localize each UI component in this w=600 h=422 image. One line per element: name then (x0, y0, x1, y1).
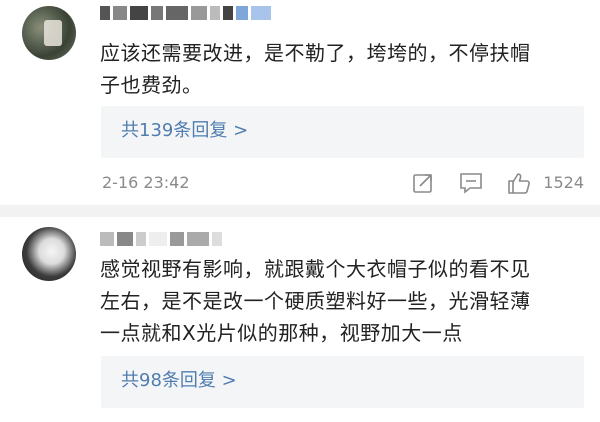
username-pixelated[interactable] (100, 4, 271, 22)
timestamp: 2-16 23:42 (102, 173, 190, 192)
replies-box: 共139条回复 > (101, 106, 584, 158)
comment-line: 子也费劲。 (100, 73, 203, 97)
comment-meta-row: 2-16 23:42 1524 (100, 168, 586, 198)
view-replies-link[interactable]: 共98条回复 > (121, 369, 237, 393)
view-replies-link[interactable]: 共139条回复 > (121, 119, 248, 143)
comment-line: 左右，是不是改一个硬质塑料好一些，光滑轻薄 (100, 289, 531, 313)
replies-box: 共98条回复 > (101, 356, 584, 408)
comment-line: 感觉视野有影响，就跟戴个大衣帽子似的看不见 (100, 257, 531, 281)
comment-feed: 应该还需要改进，是不勒了，垮垮的，不停扶帽 子也费劲。 共139条回复 > 2-… (0, 0, 600, 422)
avatar[interactable] (22, 6, 76, 60)
comment-line: 一点就和X光片似的那种，视野加大一点 (100, 321, 463, 345)
section-divider (0, 205, 600, 217)
username-pixelated[interactable] (100, 230, 222, 248)
share-icon[interactable] (411, 171, 435, 195)
like-count: 1524 (543, 173, 584, 192)
thumbs-up-icon[interactable] (506, 171, 532, 195)
avatar[interactable] (22, 227, 76, 281)
comment-icon[interactable] (458, 171, 484, 195)
comment-line: 应该还需要改进，是不勒了，垮垮的，不停扶帽 (100, 41, 531, 65)
comment-text: 应该还需要改进，是不勒了，垮垮的，不停扶帽 子也费劲。 (100, 37, 580, 101)
comment-text: 感觉视野有影响，就跟戴个大衣帽子似的看不见 左右，是不是改一个硬质塑料好一些，光… (100, 253, 580, 349)
